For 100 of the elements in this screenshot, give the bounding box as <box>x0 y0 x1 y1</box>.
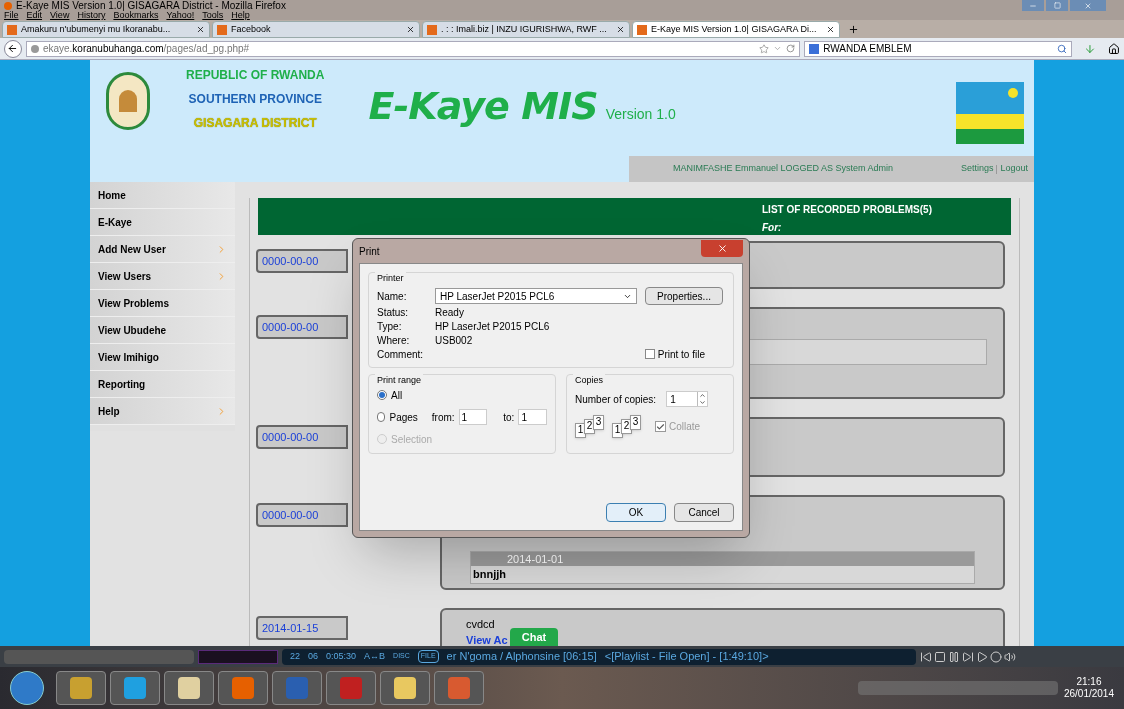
close-icon[interactable] <box>406 25 415 34</box>
list-subtitle: For: <box>762 221 783 235</box>
group-title: Copies <box>573 374 605 388</box>
app-icon <box>286 677 308 699</box>
taskbar-app-button[interactable] <box>56 671 106 705</box>
browser-tab[interactable]: . : : Imali.biz | INZU IGURISHWA, RWF ... <box>422 21 630 38</box>
app-icon <box>394 677 416 699</box>
field-value: Ready <box>435 305 464 320</box>
dialog-title: Print <box>359 244 381 259</box>
back-arrow-icon <box>7 43 19 54</box>
view-link[interactable]: View Ac <box>466 632 508 646</box>
star-icon[interactable] <box>759 43 770 54</box>
menu-item[interactable]: Edit <box>26 11 43 20</box>
field-label: Name: <box>377 289 408 304</box>
date-tag: 0000-00-00 <box>256 315 348 339</box>
menu-item[interactable]: Yahoo! <box>166 11 195 20</box>
menu-item[interactable]: Help <box>231 11 250 20</box>
menu-item[interactable]: Tools <box>202 11 224 20</box>
player-button-icon[interactable] <box>948 650 960 663</box>
sidebar-item[interactable]: View Problems <box>90 290 235 317</box>
browser-tab[interactable]: E-Kaye MIS Version 1.0| GISAGARA Di... <box>632 21 840 38</box>
print-to-file-checkbox[interactable] <box>644 349 655 359</box>
taskbar-app-button[interactable] <box>110 671 160 705</box>
site-icon <box>217 24 227 35</box>
sidebar-item[interactable]: E-Kaye <box>90 209 235 236</box>
sidebar-item[interactable]: Add New User <box>90 236 235 263</box>
site-icon <box>7 24 17 35</box>
app-icon <box>232 677 254 699</box>
playback-time: 0:05:30 <box>326 649 357 663</box>
user-status: MANIMFASHE Emmanuel LOGGED AS System Admin <box>673 162 894 176</box>
menu-item[interactable]: History <box>77 11 106 20</box>
sidebar-item[interactable]: Home <box>90 182 235 209</box>
spinner-arrows-icon <box>697 392 708 406</box>
field-label: Status: <box>377 305 410 320</box>
printer-dropdown[interactable]: HP LaserJet P2015 PCL6 <box>435 288 637 304</box>
close-icon <box>716 242 728 254</box>
table-header: 2014-01-01 <box>471 552 974 566</box>
search-icon[interactable] <box>1057 43 1068 54</box>
copies-spinner[interactable]: 1 <box>666 391 709 407</box>
collate-checkbox[interactable] <box>655 421 666 432</box>
problem-text: cvdcd <box>466 616 495 632</box>
menu-item[interactable]: View <box>50 11 70 20</box>
player-button-icon[interactable] <box>962 650 974 663</box>
close-icon[interactable] <box>196 25 205 34</box>
app-icon <box>178 677 200 699</box>
chapter-number: 06 <box>308 649 319 663</box>
app-icon <box>70 677 92 699</box>
field-label: Comment: <box>377 347 425 362</box>
reload-icon[interactable] <box>786 44 796 53</box>
field-label: Where: <box>377 333 411 348</box>
field-label: Number of copies: <box>575 392 657 407</box>
new-tab-icon[interactable] <box>848 24 859 35</box>
menu-item[interactable]: File <box>4 11 19 20</box>
taskbar-app-button[interactable] <box>380 671 430 705</box>
field-label: from: <box>431 410 455 425</box>
province-name: SOUTHERN PROVINCE <box>188 91 322 108</box>
track-title: er N'goma / Alphonsine [06:15] <box>446 649 597 665</box>
maximize-icon <box>1053 2 1061 9</box>
browser-tab[interactable]: Amakuru n'ubumenyi mu Ikoranabu... <box>2 21 210 38</box>
volume-icon[interactable] <box>1004 650 1016 663</box>
close-icon[interactable] <box>616 25 625 34</box>
dialog-button[interactable]: OK <box>606 503 666 522</box>
search-field[interactable]: RWANDA EMBLEM <box>804 40 1073 57</box>
sidebar-item[interactable]: Reporting <box>90 371 235 398</box>
window-title: E-Kaye MIS Version 1.0| GISAGARA District - Mozilla Firefox <box>16 0 287 11</box>
date-tag: 2014-01-15 <box>256 615 348 640</box>
sidebar-item[interactable]: View Ubudehe <box>90 317 235 344</box>
menu-item[interactable]: Bookmarks <box>113 11 159 20</box>
dialog-button[interactable]: Cancel <box>674 503 734 522</box>
app-icon <box>448 677 470 699</box>
sidebar-item[interactable]: View Imihigo <box>90 344 235 371</box>
site-icon <box>427 24 437 35</box>
player-button-icon[interactable] <box>920 650 932 663</box>
clock-date: 26/01/2014 <box>1063 688 1114 700</box>
browser-tab[interactable]: Facebook <box>212 21 420 38</box>
field-value: USB002 <box>435 333 473 348</box>
date-tag: 0000-00-00 <box>256 249 348 273</box>
sidebar-item[interactable]: View Users <box>90 263 235 290</box>
checkbox-label: Collate <box>669 420 701 434</box>
address-bar[interactable]: ekaye.koranubuhanga.com/pages/ad_pg.php# <box>25 40 801 57</box>
to-page-field[interactable]: 1 <box>518 409 547 425</box>
back-button[interactable] <box>4 39 22 58</box>
from-page-field[interactable]: 1 <box>458 409 488 425</box>
field-label: to: <box>503 410 515 425</box>
taskbar-app-button[interactable] <box>164 671 214 705</box>
home-icon[interactable] <box>1108 42 1120 55</box>
radio-button[interactable] <box>377 390 387 400</box>
site-icon <box>637 24 647 35</box>
properties-button[interactable]: Properties... <box>645 287 723 305</box>
start-button[interactable] <box>10 671 44 705</box>
close-icon[interactable] <box>826 25 835 34</box>
player-button-icon[interactable] <box>934 650 946 663</box>
player-button-icon[interactable] <box>976 650 988 663</box>
radio-button[interactable] <box>377 412 386 422</box>
close-icon <box>1084 1 1092 10</box>
sidebar-item[interactable]: Help <box>90 398 235 425</box>
checkbox-label: Print to file <box>657 347 705 362</box>
flag-drawing <box>956 82 1024 144</box>
repeat-label: A↔B <box>364 649 386 663</box>
player-button-icon[interactable] <box>990 650 1002 663</box>
